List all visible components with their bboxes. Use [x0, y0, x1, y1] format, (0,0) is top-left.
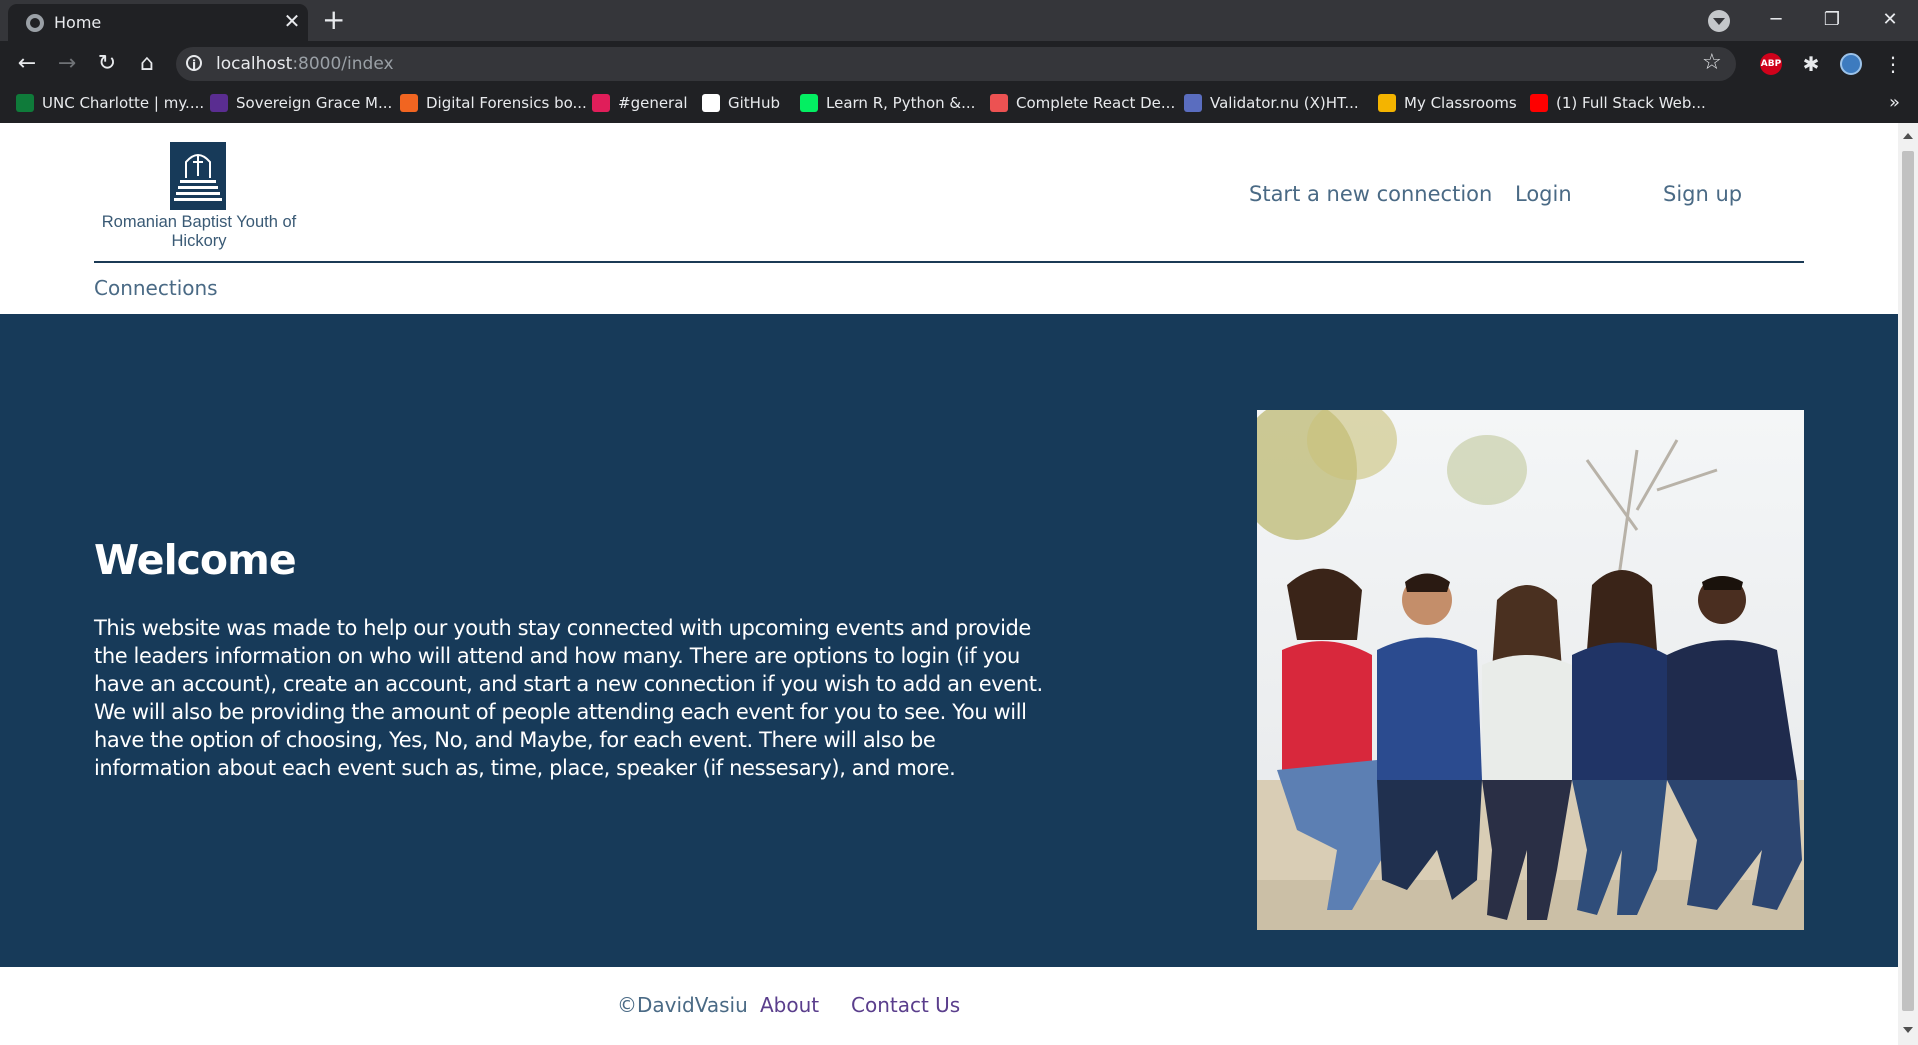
bookmark-label: UNC Charlotte | my.... [42, 94, 205, 112]
bookmark-label: Complete React De... [1016, 94, 1176, 112]
hero-section: Welcome This website was made to help ou… [0, 314, 1898, 967]
youth-group-photo [1257, 410, 1804, 930]
footer-copyright: ©DavidVasiu [617, 993, 748, 1017]
bookmark-item[interactable]: Complete React De... [990, 94, 1175, 112]
bookmark-item[interactable]: Validator.nu (X)HT... [1184, 94, 1359, 112]
nav-login[interactable]: Login [1515, 182, 1572, 206]
profile-avatar-icon[interactable] [1840, 53, 1862, 75]
bookmark-label: #general [618, 94, 688, 112]
browser-tab-bar: Home ✕ + ─ ❐ ✕ [0, 0, 1918, 41]
bookmark-label: Validator.nu (X)HT... [1210, 94, 1359, 112]
bookmarks-overflow-icon[interactable]: » [1889, 92, 1900, 113]
new-tab-button[interactable]: + [322, 6, 345, 34]
validator-icon [1184, 94, 1202, 112]
site-header: Romanian Baptist Youth of Hickory Start … [94, 123, 1804, 263]
globe-icon [26, 14, 44, 32]
bookmark-item[interactable]: Digital Forensics bo... [400, 94, 587, 112]
welcome-text: This website was made to help our youth … [94, 616, 1043, 780]
nav-connections[interactable]: Connections [94, 276, 218, 300]
classroom-icon [1378, 94, 1396, 112]
youtube-icon [1530, 94, 1548, 112]
bookmark-item[interactable]: (1) Full Stack Web... [1530, 94, 1706, 112]
bookmark-label: Digital Forensics bo... [426, 94, 587, 112]
url-text[interactable]: localhost:8000/index [216, 54, 394, 74]
address-bar[interactable]: i localhost:8000/index ☆ [176, 47, 1736, 81]
extensions-puzzle-icon[interactable]: ✱ [1800, 53, 1822, 75]
adblock-icon[interactable]: ABP [1760, 53, 1782, 75]
etsy-icon [400, 94, 418, 112]
forward-arrow-icon[interactable]: → [52, 49, 82, 79]
page-scrollbar[interactable] [1898, 123, 1918, 1045]
church-logo-icon [170, 142, 226, 210]
nav-start-connection[interactable]: Start a new connection [1249, 182, 1492, 206]
bookmark-label: GitHub [728, 94, 780, 112]
bookmark-label: My Classrooms [1404, 94, 1517, 112]
bookmark-label: Sovereign Grace M... [236, 94, 393, 112]
bookmarks-bar: UNC Charlotte | my.... Sovereign Grace M.… [0, 87, 1918, 123]
scroll-up-arrow-icon[interactable] [1903, 133, 1913, 139]
close-window-button[interactable]: ✕ [1866, 4, 1914, 36]
udemy-icon [990, 94, 1008, 112]
welcome-title: Welcome [94, 536, 297, 584]
datacamp-icon [800, 94, 818, 112]
bookmark-label: (1) Full Stack Web... [1556, 94, 1706, 112]
bookmark-item[interactable]: GitHub [702, 94, 780, 112]
web-page: Romanian Baptist Youth of Hickory Start … [0, 123, 1898, 1045]
minimize-button[interactable]: ─ [1752, 4, 1800, 36]
bookmark-label: Learn R, Python &... [826, 94, 976, 112]
tab-title: Home [54, 13, 102, 32]
nav-sign-up[interactable]: Sign up [1663, 182, 1742, 206]
bookmark-star-icon[interactable]: ☆ [1702, 50, 1722, 75]
bookmark-item[interactable]: #general [592, 94, 688, 112]
url-host: localhost [216, 54, 293, 74]
browser-toolbar: ← → ↻ ⌂ i localhost:8000/index ☆ ABP ✱ ⋮ [0, 41, 1918, 87]
url-path: :8000/index [292, 54, 394, 74]
logo-text: Romanian Baptist Youth of Hickory [101, 213, 297, 250]
github-icon [702, 94, 720, 112]
slack-icon [592, 94, 610, 112]
site-info-icon[interactable]: i [186, 55, 202, 72]
bookmark-item[interactable]: Learn R, Python &... [800, 94, 975, 112]
unc-icon [16, 94, 34, 112]
bookmark-item[interactable]: UNC Charlotte | my.... [16, 94, 204, 112]
sovereign-icon [210, 94, 228, 112]
restore-button[interactable]: ❐ [1808, 4, 1856, 36]
back-arrow-icon[interactable]: ← [12, 49, 42, 79]
tab-close-icon[interactable]: ✕ [280, 9, 304, 33]
browser-menu-icon[interactable]: ⋮ [1878, 49, 1908, 79]
site-logo[interactable]: Romanian Baptist Youth of Hickory [94, 123, 304, 253]
footer-contact-link[interactable]: Contact Us [851, 993, 960, 1017]
bookmark-item[interactable]: My Classrooms [1378, 94, 1517, 112]
site-footer: ©DavidVasiu About Contact Us [0, 967, 1898, 1045]
scroll-thumb[interactable] [1902, 151, 1914, 1011]
tab-search-icon[interactable] [1708, 10, 1730, 32]
reload-icon[interactable]: ↻ [92, 49, 122, 79]
bookmark-item[interactable]: Sovereign Grace M... [210, 94, 392, 112]
scroll-down-arrow-icon[interactable] [1903, 1027, 1913, 1033]
footer-about-link[interactable]: About [760, 993, 819, 1017]
browser-tab-home[interactable]: Home ✕ [8, 4, 308, 41]
home-icon[interactable]: ⌂ [132, 49, 162, 79]
